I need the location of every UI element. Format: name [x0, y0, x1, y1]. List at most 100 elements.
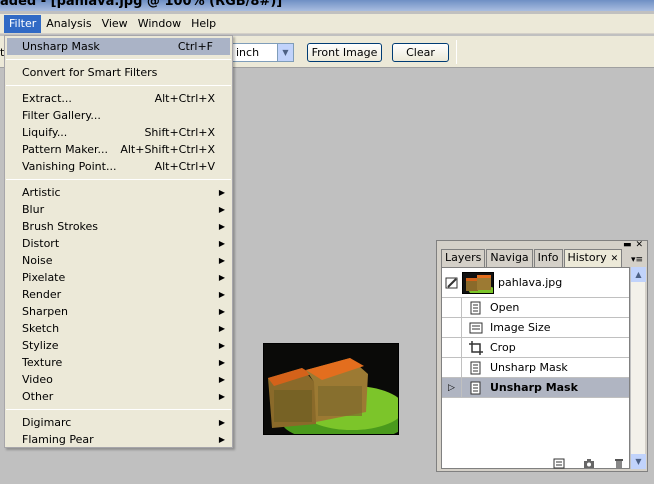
history-state-icon — [462, 298, 490, 318]
history-step[interactable]: Open — [442, 297, 629, 318]
title-bar: aded - [pahlava.jpg @ 100% (RGB/8#)] — [0, 0, 654, 11]
menu-item-sketch[interactable]: Sketch ▶ — [5, 320, 232, 337]
menu-item-convert-smart-filters[interactable]: Convert for Smart Filters — [5, 64, 232, 81]
menu-item-filter-gallery[interactable]: Filter Gallery... — [5, 107, 232, 124]
history-source-checkbox[interactable] — [442, 317, 462, 338]
menu-item-other[interactable]: Other ▶ — [5, 388, 232, 405]
menu-item-shortcut: Alt+Ctrl+X — [154, 92, 215, 105]
menu-divider — [6, 409, 231, 410]
menu-item-label: Flaming Pear — [22, 433, 94, 446]
trash-icon[interactable] — [613, 458, 625, 469]
history-step[interactable]: Unsharp Mask — [442, 357, 629, 378]
history-state-icon — [462, 378, 490, 398]
image-size-icon — [462, 318, 490, 338]
history-step[interactable]: Image Size — [442, 317, 629, 338]
menu-item-brush-strokes[interactable]: Brush Strokes ▶ — [5, 218, 232, 235]
history-step-label: Crop — [490, 341, 516, 354]
menu-item-distort[interactable]: Distort ▶ — [5, 235, 232, 252]
menu-divider — [6, 179, 231, 180]
history-step-label: Unsharp Mask — [490, 361, 568, 374]
menu-item-label: Stylize — [22, 339, 59, 352]
current-state-marker-icon[interactable]: ▷ — [442, 377, 462, 398]
tab-info[interactable]: Info — [533, 249, 563, 267]
history-step-label: Unsharp Mask — [490, 381, 578, 394]
clear-button[interactable]: Clear — [392, 43, 449, 62]
menu-item-stylize[interactable]: Stylize ▶ — [5, 337, 232, 354]
tab-history[interactable]: History ✕ — [563, 249, 623, 267]
panel-top-strip: ▬ ✕ — [437, 241, 647, 250]
menu-item-label: Other — [22, 390, 54, 403]
menu-item-label: Blur — [22, 203, 45, 216]
chevron-down-icon[interactable]: ▼ — [277, 44, 293, 61]
menu-item-render[interactable]: Render ▶ — [5, 286, 232, 303]
menu-view[interactable]: View — [97, 15, 133, 33]
submenu-arrow-icon: ▶ — [218, 256, 225, 265]
menu-item-label: Unsharp Mask — [22, 40, 100, 53]
menu-item-label: Liquify... — [22, 126, 68, 139]
menu-analysis[interactable]: Analysis — [41, 15, 96, 33]
submenu-arrow-icon: ▶ — [218, 435, 225, 444]
submenu-arrow-icon: ▶ — [218, 273, 225, 282]
submenu-arrow-icon: ▶ — [218, 188, 225, 197]
snapshot-name: pahlava.jpg — [498, 276, 563, 289]
menu-item-pixelate[interactable]: Pixelate ▶ — [5, 269, 232, 286]
history-panel: ▬ ✕ Layers Naviga Info History ✕ ▾≡ pahla… — [436, 240, 648, 472]
menu-item-label: Sketch — [22, 322, 60, 335]
submenu-arrow-icon: ▶ — [218, 307, 225, 316]
front-image-button[interactable]: Front Image — [307, 43, 382, 62]
menu-help[interactable]: Help — [186, 15, 221, 33]
menu-item-pattern-maker[interactable]: Pattern Maker... Alt+Shift+Ctrl+X — [5, 141, 232, 158]
menu-window[interactable]: Window — [133, 15, 186, 33]
menu-item-last-filter[interactable]: Unsharp Mask Ctrl+F — [7, 38, 230, 55]
menu-filter[interactable]: Filter — [4, 14, 42, 33]
unit-select[interactable]: inch ▼ — [232, 43, 294, 62]
submenu-arrow-icon: ▶ — [218, 375, 225, 384]
tab-history-label: History — [567, 251, 607, 264]
menu-item-label: Vanishing Point... — [22, 160, 117, 173]
menu-item-label: Texture — [22, 356, 63, 369]
menu-item-video[interactable]: Video ▶ — [5, 371, 232, 388]
menu-item-label: Distort — [22, 237, 60, 250]
panel-menu-icon[interactable]: ▾≡ — [631, 255, 643, 265]
history-step[interactable]: Crop — [442, 337, 629, 358]
submenu-arrow-icon: ▶ — [218, 239, 225, 248]
close-icon[interactable]: ✕ — [611, 254, 619, 264]
menu-item-label: Sharpen — [22, 305, 68, 318]
new-document-from-state-icon[interactable] — [553, 458, 565, 469]
menu-item-artistic[interactable]: Artistic ▶ — [5, 184, 232, 201]
history-step-selected[interactable]: ▷ Unsharp Mask — [442, 377, 629, 398]
menu-item-label: Video — [22, 373, 53, 386]
scroll-up-icon[interactable]: ▲ — [631, 267, 646, 282]
menu-item-noise[interactable]: Noise ▶ — [5, 252, 232, 269]
menu-item-blur[interactable]: Blur ▶ — [5, 201, 232, 218]
minimize-icon[interactable]: ▬ — [623, 241, 632, 250]
submenu-arrow-icon: ▶ — [218, 205, 225, 214]
document-image[interactable] — [263, 343, 399, 435]
snapshot-row[interactable]: pahlava.jpg — [442, 268, 629, 298]
menu-item-extract[interactable]: Extract... Alt+Ctrl+X — [5, 90, 232, 107]
menu-item-sharpen[interactable]: Sharpen ▶ — [5, 303, 232, 320]
menu-divider — [6, 59, 231, 60]
unit-select-value: inch — [236, 46, 260, 59]
menu-item-digimarc[interactable]: Digimarc ▶ — [5, 414, 232, 431]
tab-navigator[interactable]: Naviga — [486, 249, 533, 267]
submenu-arrow-icon: ▶ — [218, 290, 225, 299]
menu-item-label: Pixelate — [22, 271, 66, 284]
menu-divider — [6, 85, 231, 86]
history-brush-icon[interactable] — [442, 268, 462, 298]
menu-item-texture[interactable]: Texture ▶ — [5, 354, 232, 371]
submenu-arrow-icon: ▶ — [218, 324, 225, 333]
tab-layers[interactable]: Layers — [441, 249, 486, 267]
camera-icon[interactable] — [583, 458, 595, 469]
menu-item-vanishing-point[interactable]: Vanishing Point... Alt+Ctrl+V — [5, 158, 232, 175]
history-scrollbar[interactable]: ▲ ▼ — [630, 267, 646, 469]
menu-item-liquify[interactable]: Liquify... Shift+Ctrl+X — [5, 124, 232, 141]
panel-tabs: Layers Naviga Info History ✕ — [441, 249, 623, 267]
history-source-checkbox[interactable] — [442, 337, 462, 358]
options-separator — [456, 40, 457, 64]
menu-item-label: Convert for Smart Filters — [22, 66, 158, 79]
history-source-checkbox[interactable] — [442, 297, 462, 318]
history-source-checkbox[interactable] — [442, 357, 462, 378]
close-icon[interactable]: ✕ — [635, 241, 643, 250]
menu-item-flaming-pear[interactable]: Flaming Pear ▶ — [5, 431, 232, 448]
